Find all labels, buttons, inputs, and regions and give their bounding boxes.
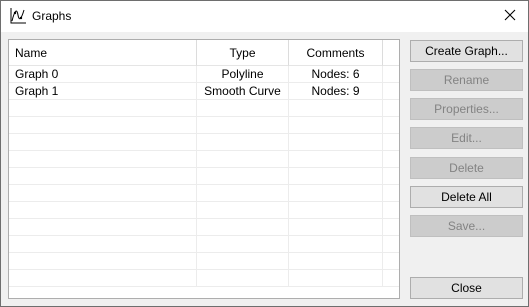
empty-cell [383,202,399,219]
graphs-table[interactable]: Name Type Comments Graph 0 Polyline Nodes:… [8,39,400,299]
empty-cell [197,236,289,253]
empty-row [9,168,399,185]
empty-cell [289,202,383,219]
empty-cell [9,236,197,253]
empty-cell [9,202,197,219]
empty-cell [9,270,197,287]
rename-button[interactable]: Rename [410,69,523,91]
empty-cell [383,253,399,270]
empty-cell [9,117,197,134]
empty-cell [197,134,289,151]
empty-cell [289,236,383,253]
close-button[interactable]: Close [410,277,523,299]
empty-cell [197,253,289,270]
column-header-name[interactable]: Name [9,40,197,66]
title-bar: Graphs [1,1,528,32]
empty-cell [9,253,197,270]
empty-cell [197,168,289,185]
table-body: Graph 0 Polyline Nodes: 6 Graph 1 Smooth Cur… [9,66,399,287]
empty-cell [383,168,399,185]
empty-cell [197,270,289,287]
delete-all-button[interactable]: Delete All [410,186,523,208]
empty-cell [383,236,399,253]
empty-cell [383,66,399,83]
empty-cell [289,185,383,202]
graph-curve-icon [10,8,26,24]
empty-cell [383,270,399,287]
empty-row [9,236,399,253]
table-row[interactable]: Graph 1 Smooth Curve Nodes: 9 [9,83,399,100]
empty-cell [197,185,289,202]
column-header-type[interactable]: Type [197,40,289,66]
empty-row [9,151,399,168]
empty-cell [289,270,383,287]
cell-name: Graph 0 [9,66,197,83]
empty-cell [383,151,399,168]
empty-row [9,270,399,287]
empty-cell [289,168,383,185]
empty-cell [197,202,289,219]
delete-button[interactable]: Delete [410,157,523,179]
column-header-filler [383,40,399,66]
empty-cell [289,253,383,270]
empty-cell [9,219,197,236]
empty-cell [197,100,289,117]
edit-button[interactable]: Edit... [410,127,523,149]
empty-cell [289,134,383,151]
empty-row [9,117,399,134]
empty-row [9,202,399,219]
save-button[interactable]: Save... [410,215,523,237]
empty-cell [383,185,399,202]
create-graph-button[interactable]: Create Graph... [410,40,523,62]
empty-cell [383,100,399,117]
empty-row [9,253,399,270]
cell-comments: Nodes: 9 [289,83,383,100]
empty-cell [383,219,399,236]
empty-cell [9,168,197,185]
empty-cell [9,134,197,151]
graphs-dialog: Graphs Name Type Comments Graph 0 Polylin… [0,0,529,307]
empty-cell [197,219,289,236]
cell-name: Graph 1 [9,83,197,100]
empty-cell [9,100,197,117]
table-header: Name Type Comments [9,40,399,66]
empty-row [9,185,399,202]
cell-comments: Nodes: 6 [289,66,383,83]
cell-type: Smooth Curve [197,83,289,100]
empty-cell [9,185,197,202]
close-icon[interactable] [502,7,518,23]
empty-cell [197,151,289,168]
window-title: Graphs [32,9,72,23]
table-row[interactable]: Graph 0 Polyline Nodes: 6 [9,66,399,83]
empty-cell [289,100,383,117]
empty-row [9,134,399,151]
empty-cell [197,117,289,134]
empty-cell [9,151,197,168]
properties-button[interactable]: Properties... [410,98,523,120]
empty-cell [383,117,399,134]
empty-row [9,100,399,117]
empty-cell [289,151,383,168]
empty-row [9,219,399,236]
empty-cell [289,219,383,236]
empty-cell [383,134,399,151]
column-header-comments[interactable]: Comments [289,40,383,66]
empty-cell [383,83,399,100]
cell-type: Polyline [197,66,289,83]
empty-cell [289,117,383,134]
